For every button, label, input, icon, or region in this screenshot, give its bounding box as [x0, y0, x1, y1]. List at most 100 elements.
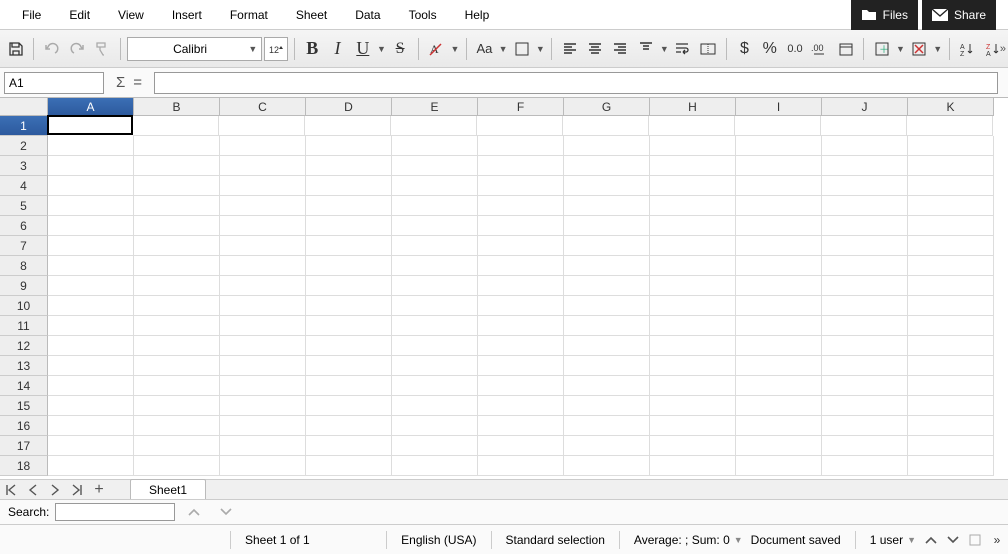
cell-F10[interactable]: [478, 296, 564, 316]
cell-F12[interactable]: [478, 336, 564, 356]
cell-I10[interactable]: [736, 296, 822, 316]
strike-button[interactable]: S: [388, 36, 411, 62]
insert-rc-button[interactable]: ＋: [870, 36, 893, 62]
cell-D18[interactable]: [306, 456, 392, 476]
cell-E2[interactable]: [392, 136, 478, 156]
cell-H17[interactable]: [650, 436, 736, 456]
cell-I5[interactable]: [736, 196, 822, 216]
cell-B4[interactable]: [134, 176, 220, 196]
cell-A15[interactable]: [48, 396, 134, 416]
cell-I14[interactable]: [736, 376, 822, 396]
cell-D9[interactable]: [306, 276, 392, 296]
cell-I1[interactable]: [735, 116, 821, 136]
cell-G16[interactable]: [564, 416, 650, 436]
cell-A12[interactable]: [48, 336, 134, 356]
cell-F16[interactable]: [478, 416, 564, 436]
cell-K16[interactable]: [908, 416, 994, 436]
cell-B1[interactable]: [133, 116, 219, 136]
cell-E16[interactable]: [392, 416, 478, 436]
menu-data[interactable]: Data: [341, 0, 394, 30]
cell-I15[interactable]: [736, 396, 822, 416]
cell-D8[interactable]: [306, 256, 392, 276]
cell-E5[interactable]: [392, 196, 478, 216]
cell-G2[interactable]: [564, 136, 650, 156]
row-header-14[interactable]: 14: [0, 376, 48, 396]
cell-D3[interactable]: [306, 156, 392, 176]
cell-H1[interactable]: [649, 116, 735, 136]
cell-E8[interactable]: [392, 256, 478, 276]
cell-I17[interactable]: [736, 436, 822, 456]
cell-E3[interactable]: [392, 156, 478, 176]
cell-F2[interactable]: [478, 136, 564, 156]
cell-B16[interactable]: [134, 416, 220, 436]
delete-rc-button[interactable]: [907, 36, 930, 62]
cell-D14[interactable]: [306, 376, 392, 396]
currency-button[interactable]: $: [733, 36, 756, 62]
cell-G14[interactable]: [564, 376, 650, 396]
cell-F18[interactable]: [478, 456, 564, 476]
select-all-corner[interactable]: [0, 98, 48, 116]
cell-C7[interactable]: [220, 236, 306, 256]
name-box[interactable]: A1: [4, 72, 104, 94]
row-header-1[interactable]: 1: [0, 116, 48, 136]
cell-B17[interactable]: [134, 436, 220, 456]
date-button[interactable]: [834, 36, 857, 62]
cell-G12[interactable]: [564, 336, 650, 356]
add-sheet-button[interactable]: +: [88, 481, 110, 499]
cell-D10[interactable]: [306, 296, 392, 316]
cell-G6[interactable]: [564, 216, 650, 236]
bold-button[interactable]: B: [301, 36, 324, 62]
menu-file[interactable]: File: [8, 0, 55, 30]
cell-D2[interactable]: [306, 136, 392, 156]
cell-H16[interactable]: [650, 416, 736, 436]
delete-rc-split[interactable]: ▼: [933, 44, 943, 54]
cell-A6[interactable]: [48, 216, 134, 236]
align-right-button[interactable]: [609, 36, 632, 62]
font-size-button[interactable]: 12: [264, 37, 287, 61]
cell-H10[interactable]: [650, 296, 736, 316]
percent-button[interactable]: %: [758, 36, 781, 62]
font-color-split[interactable]: ▼: [498, 44, 508, 54]
zoom-fit-button[interactable]: [964, 527, 986, 553]
cell-K17[interactable]: [908, 436, 994, 456]
cell-A7[interactable]: [48, 236, 134, 256]
col-header-K[interactable]: K: [908, 98, 994, 116]
cell-F9[interactable]: [478, 276, 564, 296]
cell-F1[interactable]: [477, 116, 563, 136]
cell-G18[interactable]: [564, 456, 650, 476]
cell-H7[interactable]: [650, 236, 736, 256]
row-header-5[interactable]: 5: [0, 196, 48, 216]
cell-D15[interactable]: [306, 396, 392, 416]
cell-H4[interactable]: [650, 176, 736, 196]
cell-I11[interactable]: [736, 316, 822, 336]
cell-C11[interactable]: [220, 316, 306, 336]
cell-G10[interactable]: [564, 296, 650, 316]
cell-G8[interactable]: [564, 256, 650, 276]
row-header-10[interactable]: 10: [0, 296, 48, 316]
cell-B12[interactable]: [134, 336, 220, 356]
files-button[interactable]: Files: [851, 0, 918, 30]
cell-H6[interactable]: [650, 216, 736, 236]
cell-J6[interactable]: [822, 216, 908, 236]
cell-K2[interactable]: [908, 136, 994, 156]
cell-A8[interactable]: [48, 256, 134, 276]
cell-C12[interactable]: [220, 336, 306, 356]
status-down-button[interactable]: [942, 527, 964, 553]
cell-K11[interactable]: [908, 316, 994, 336]
row-header-16[interactable]: 16: [0, 416, 48, 436]
cell-D1[interactable]: [305, 116, 391, 136]
cell-B10[interactable]: [134, 296, 220, 316]
save-button[interactable]: [4, 36, 27, 62]
cell-H18[interactable]: [650, 456, 736, 476]
cell-E11[interactable]: [392, 316, 478, 336]
cell-I8[interactable]: [736, 256, 822, 276]
merge-button[interactable]: [697, 36, 720, 62]
row-header-11[interactable]: 11: [0, 316, 48, 336]
toolbar-overflow[interactable]: »: [1000, 43, 1006, 55]
cell-A17[interactable]: [48, 436, 134, 456]
dec-add-button[interactable]: 0.0: [783, 36, 806, 62]
cell-E7[interactable]: [392, 236, 478, 256]
cell-J9[interactable]: [822, 276, 908, 296]
dec-rem-button[interactable]: .00: [809, 36, 832, 62]
cell-E15[interactable]: [392, 396, 478, 416]
